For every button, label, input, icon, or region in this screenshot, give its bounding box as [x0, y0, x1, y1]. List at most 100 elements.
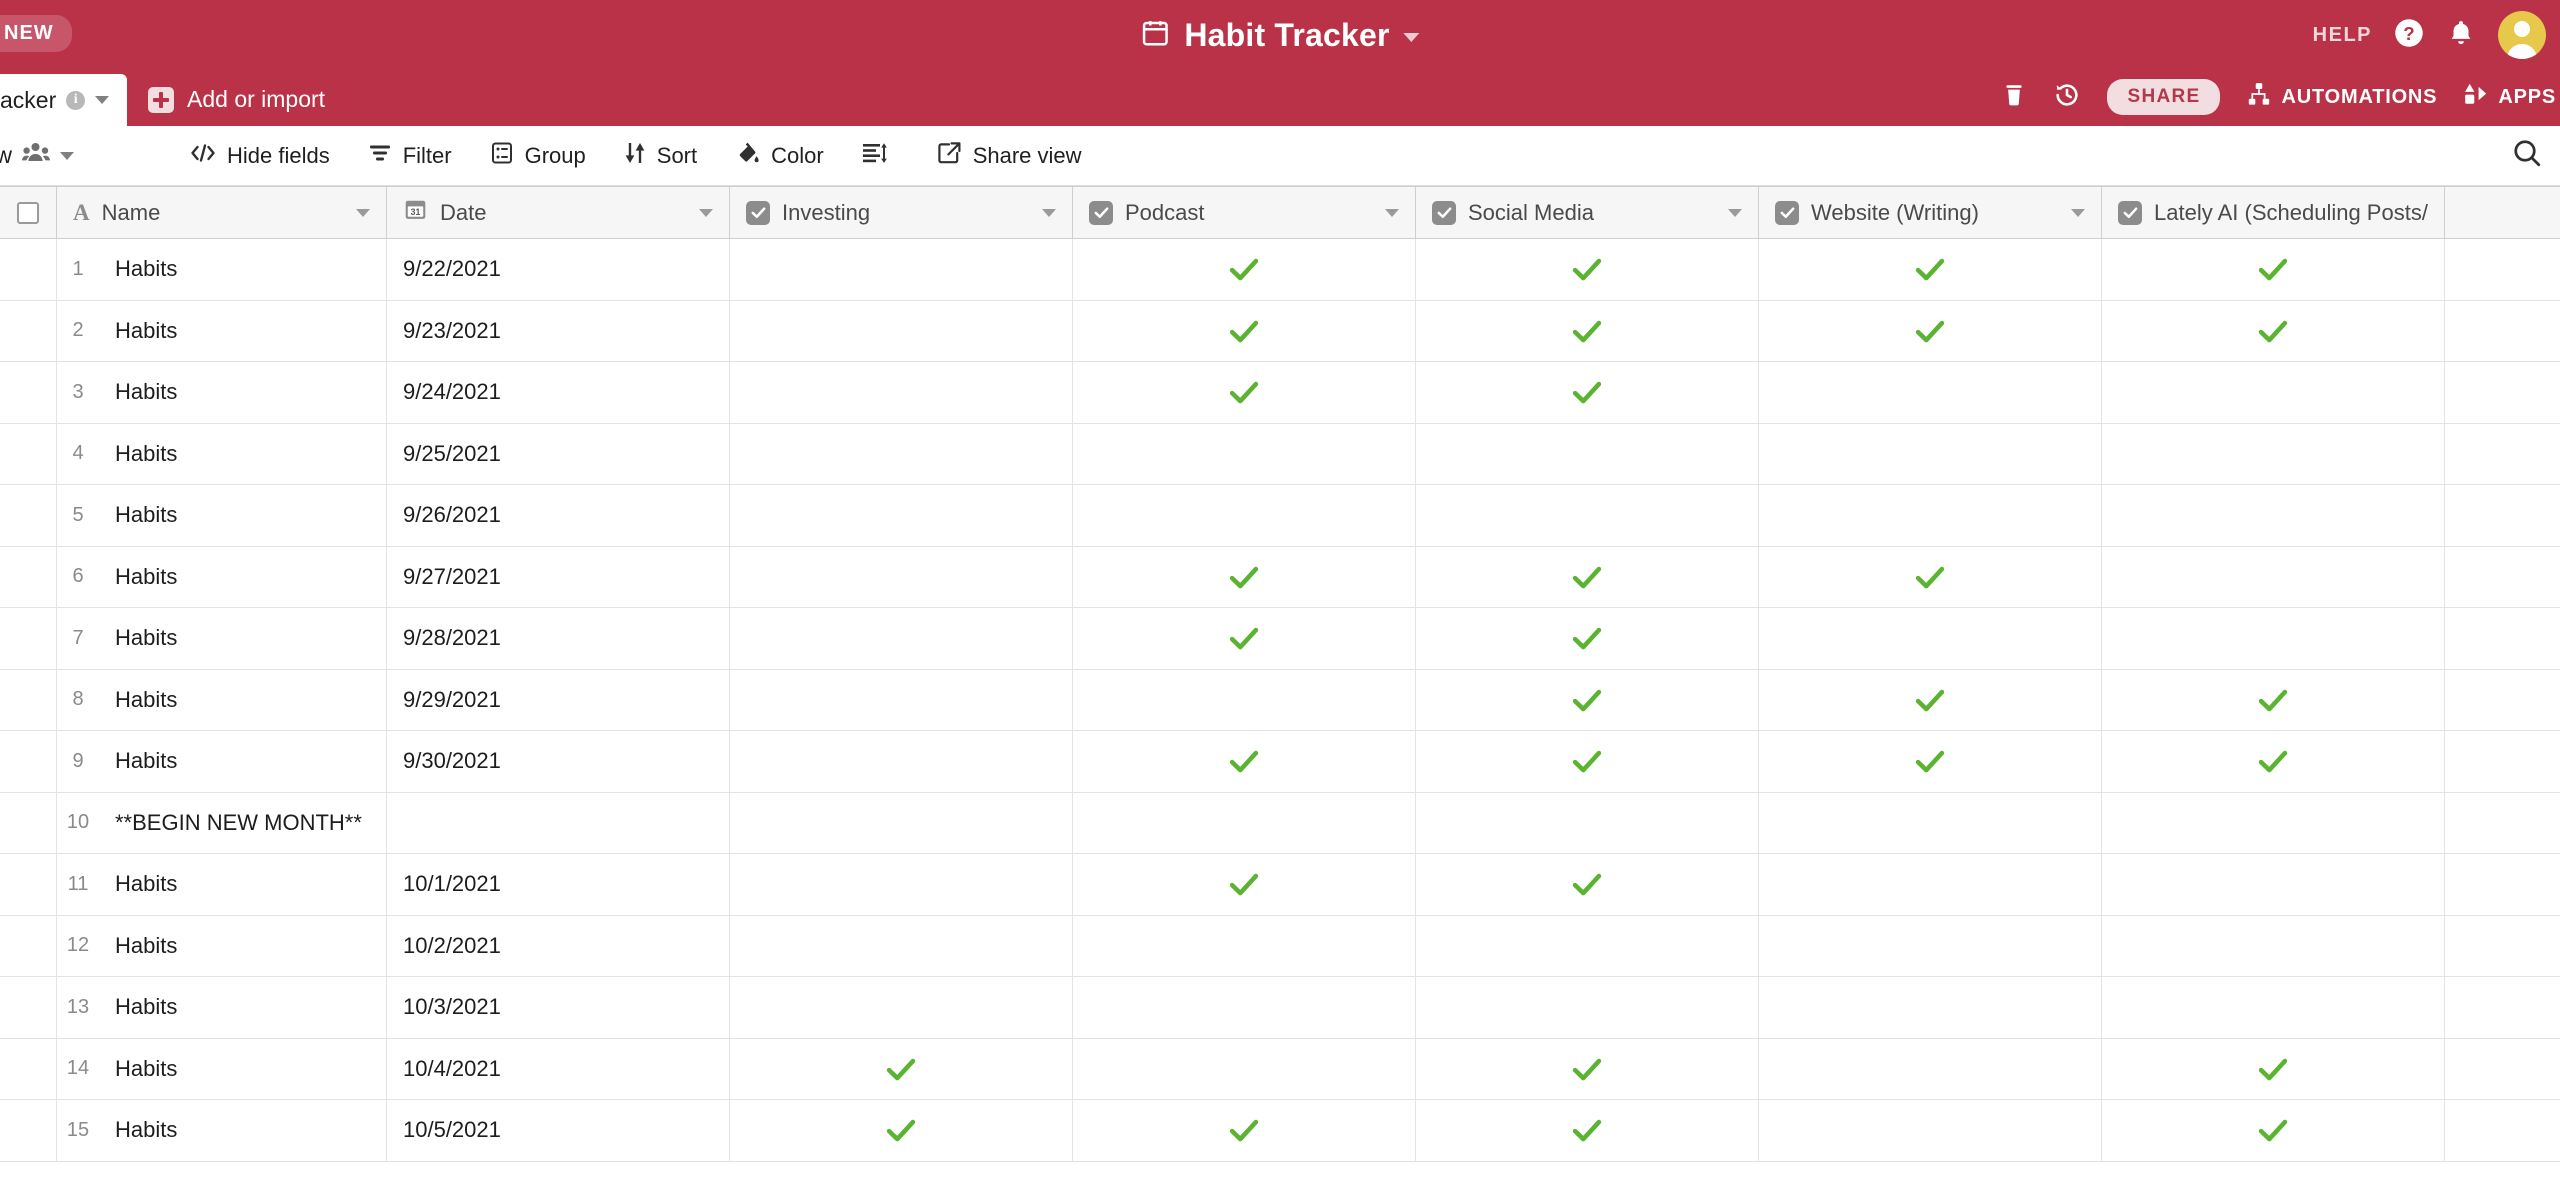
- cell-date[interactable]: 9/24/2021: [387, 362, 730, 423]
- cell-lately-ai[interactable]: [2102, 669, 2445, 730]
- cell-lately-ai[interactable]: [2102, 915, 2445, 976]
- cell-podcast[interactable]: [1073, 1038, 1416, 1099]
- table-tab[interactable]: acker i: [0, 74, 128, 126]
- trash-icon[interactable]: [2001, 82, 2027, 113]
- row-select-cell[interactable]: [0, 1100, 57, 1161]
- sort-button[interactable]: Sort: [624, 141, 697, 171]
- cell-website-writing[interactable]: [1759, 1038, 2102, 1099]
- checkbox-unchecked-icon[interactable]: [17, 201, 39, 224]
- chevron-down-icon[interactable]: [60, 151, 75, 160]
- cell-podcast[interactable]: [1073, 792, 1416, 853]
- avatar[interactable]: [2498, 11, 2546, 59]
- chevron-down-icon[interactable]: [2071, 208, 2085, 217]
- chevron-down-icon[interactable]: [95, 96, 110, 104]
- cell-date[interactable]: 9/26/2021: [387, 485, 730, 546]
- row-select-cell[interactable]: [0, 362, 57, 423]
- base-title-group[interactable]: Habit Tracker: [1140, 17, 1420, 54]
- cell-podcast[interactable]: [1073, 362, 1416, 423]
- add-or-import-button[interactable]: Add or import: [148, 86, 325, 113]
- cell-website-writing[interactable]: [1759, 362, 2102, 423]
- cell-podcast[interactable]: [1073, 854, 1416, 915]
- cell-lately-ai[interactable]: [2102, 854, 2445, 915]
- cell-date[interactable]: 10/1/2021: [387, 854, 730, 915]
- cell-website-writing[interactable]: [1759, 546, 2102, 607]
- column-header-website-writing[interactable]: Website (Writing): [1759, 187, 2102, 238]
- cell-name[interactable]: Habits: [99, 1038, 387, 1099]
- cell-website-writing[interactable]: [1759, 239, 2102, 300]
- cell-date[interactable]: 10/2/2021: [387, 915, 730, 976]
- table-row[interactable]: 5 Habits 9/26/2021: [0, 485, 2560, 547]
- cell-lately-ai[interactable]: [2102, 485, 2445, 546]
- search-button[interactable]: [2512, 138, 2542, 174]
- cell-name[interactable]: Habits: [99, 546, 387, 607]
- cell-social-media[interactable]: [1416, 854, 1759, 915]
- chevron-down-icon[interactable]: [356, 208, 370, 217]
- apps-button[interactable]: APPS: [2463, 81, 2556, 113]
- table-row[interactable]: 3 Habits 9/24/2021: [0, 362, 2560, 424]
- cell-lately-ai[interactable]: [2102, 1100, 2445, 1161]
- row-select-cell[interactable]: [0, 1038, 57, 1099]
- table-row[interactable]: 12 Habits 10/2/2021: [0, 915, 2560, 977]
- cell-lately-ai[interactable]: [2102, 792, 2445, 853]
- cell-podcast[interactable]: [1073, 731, 1416, 792]
- cell-podcast[interactable]: [1073, 239, 1416, 300]
- cell-name[interactable]: Habits: [99, 1100, 387, 1161]
- table-row[interactable]: 2 Habits 9/23/2021: [0, 300, 2560, 362]
- cell-social-media[interactable]: [1416, 731, 1759, 792]
- cell-website-writing[interactable]: [1759, 669, 2102, 730]
- cell-name[interactable]: Habits: [99, 300, 387, 361]
- cell-investing[interactable]: [730, 485, 1073, 546]
- table-row[interactable]: 11 Habits 10/1/2021: [0, 854, 2560, 916]
- column-header-name[interactable]: A Name: [57, 187, 387, 238]
- cell-date[interactable]: 9/22/2021: [387, 239, 730, 300]
- cell-investing[interactable]: [730, 731, 1073, 792]
- cell-name[interactable]: Habits: [99, 362, 387, 423]
- cell-investing[interactable]: [730, 239, 1073, 300]
- cell-date[interactable]: 10/4/2021: [387, 1038, 730, 1099]
- view-selector[interactable]: view: [0, 141, 75, 171]
- row-select-cell[interactable]: [0, 423, 57, 484]
- table-row[interactable]: 1 Habits 9/22/2021: [0, 239, 2560, 301]
- cell-date[interactable]: 9/30/2021: [387, 731, 730, 792]
- cell-investing[interactable]: [730, 546, 1073, 607]
- cell-podcast[interactable]: [1073, 669, 1416, 730]
- share-button[interactable]: SHARE: [2107, 79, 2221, 115]
- cell-lately-ai[interactable]: [2102, 362, 2445, 423]
- cell-podcast[interactable]: [1073, 1100, 1416, 1161]
- cell-website-writing[interactable]: [1759, 608, 2102, 669]
- column-header-social-media[interactable]: Social Media: [1416, 187, 1759, 238]
- cell-podcast[interactable]: [1073, 977, 1416, 1038]
- bell-icon[interactable]: [2446, 18, 2476, 53]
- table-row[interactable]: 8 Habits 9/29/2021: [0, 669, 2560, 731]
- cell-investing[interactable]: [730, 423, 1073, 484]
- cell-social-media[interactable]: [1416, 546, 1759, 607]
- row-select-cell[interactable]: [0, 300, 57, 361]
- table-row[interactable]: 15 Habits 10/5/2021: [0, 1100, 2560, 1162]
- cell-website-writing[interactable]: [1759, 792, 2102, 853]
- cell-website-writing[interactable]: [1759, 854, 2102, 915]
- cell-name[interactable]: Habits: [99, 915, 387, 976]
- cell-investing[interactable]: [730, 915, 1073, 976]
- cell-name[interactable]: Habits: [99, 854, 387, 915]
- row-select-cell[interactable]: [0, 669, 57, 730]
- row-select-cell[interactable]: [0, 792, 57, 853]
- cell-social-media[interactable]: [1416, 977, 1759, 1038]
- select-all-cell[interactable]: [0, 187, 57, 238]
- cell-website-writing[interactable]: [1759, 977, 2102, 1038]
- cell-investing[interactable]: [730, 300, 1073, 361]
- cell-podcast[interactable]: [1073, 300, 1416, 361]
- cell-date[interactable]: 9/23/2021: [387, 300, 730, 361]
- cell-social-media[interactable]: [1416, 608, 1759, 669]
- cell-website-writing[interactable]: [1759, 300, 2102, 361]
- cell-investing[interactable]: [730, 1038, 1073, 1099]
- cell-date[interactable]: 10/3/2021: [387, 977, 730, 1038]
- column-header-investing[interactable]: Investing: [730, 187, 1073, 238]
- cell-podcast[interactable]: [1073, 423, 1416, 484]
- cell-social-media[interactable]: [1416, 362, 1759, 423]
- history-icon[interactable]: [2053, 81, 2081, 114]
- cell-podcast[interactable]: [1073, 485, 1416, 546]
- cell-investing[interactable]: [730, 608, 1073, 669]
- cell-lately-ai[interactable]: [2102, 731, 2445, 792]
- cell-lately-ai[interactable]: [2102, 546, 2445, 607]
- cell-investing[interactable]: [730, 1100, 1073, 1161]
